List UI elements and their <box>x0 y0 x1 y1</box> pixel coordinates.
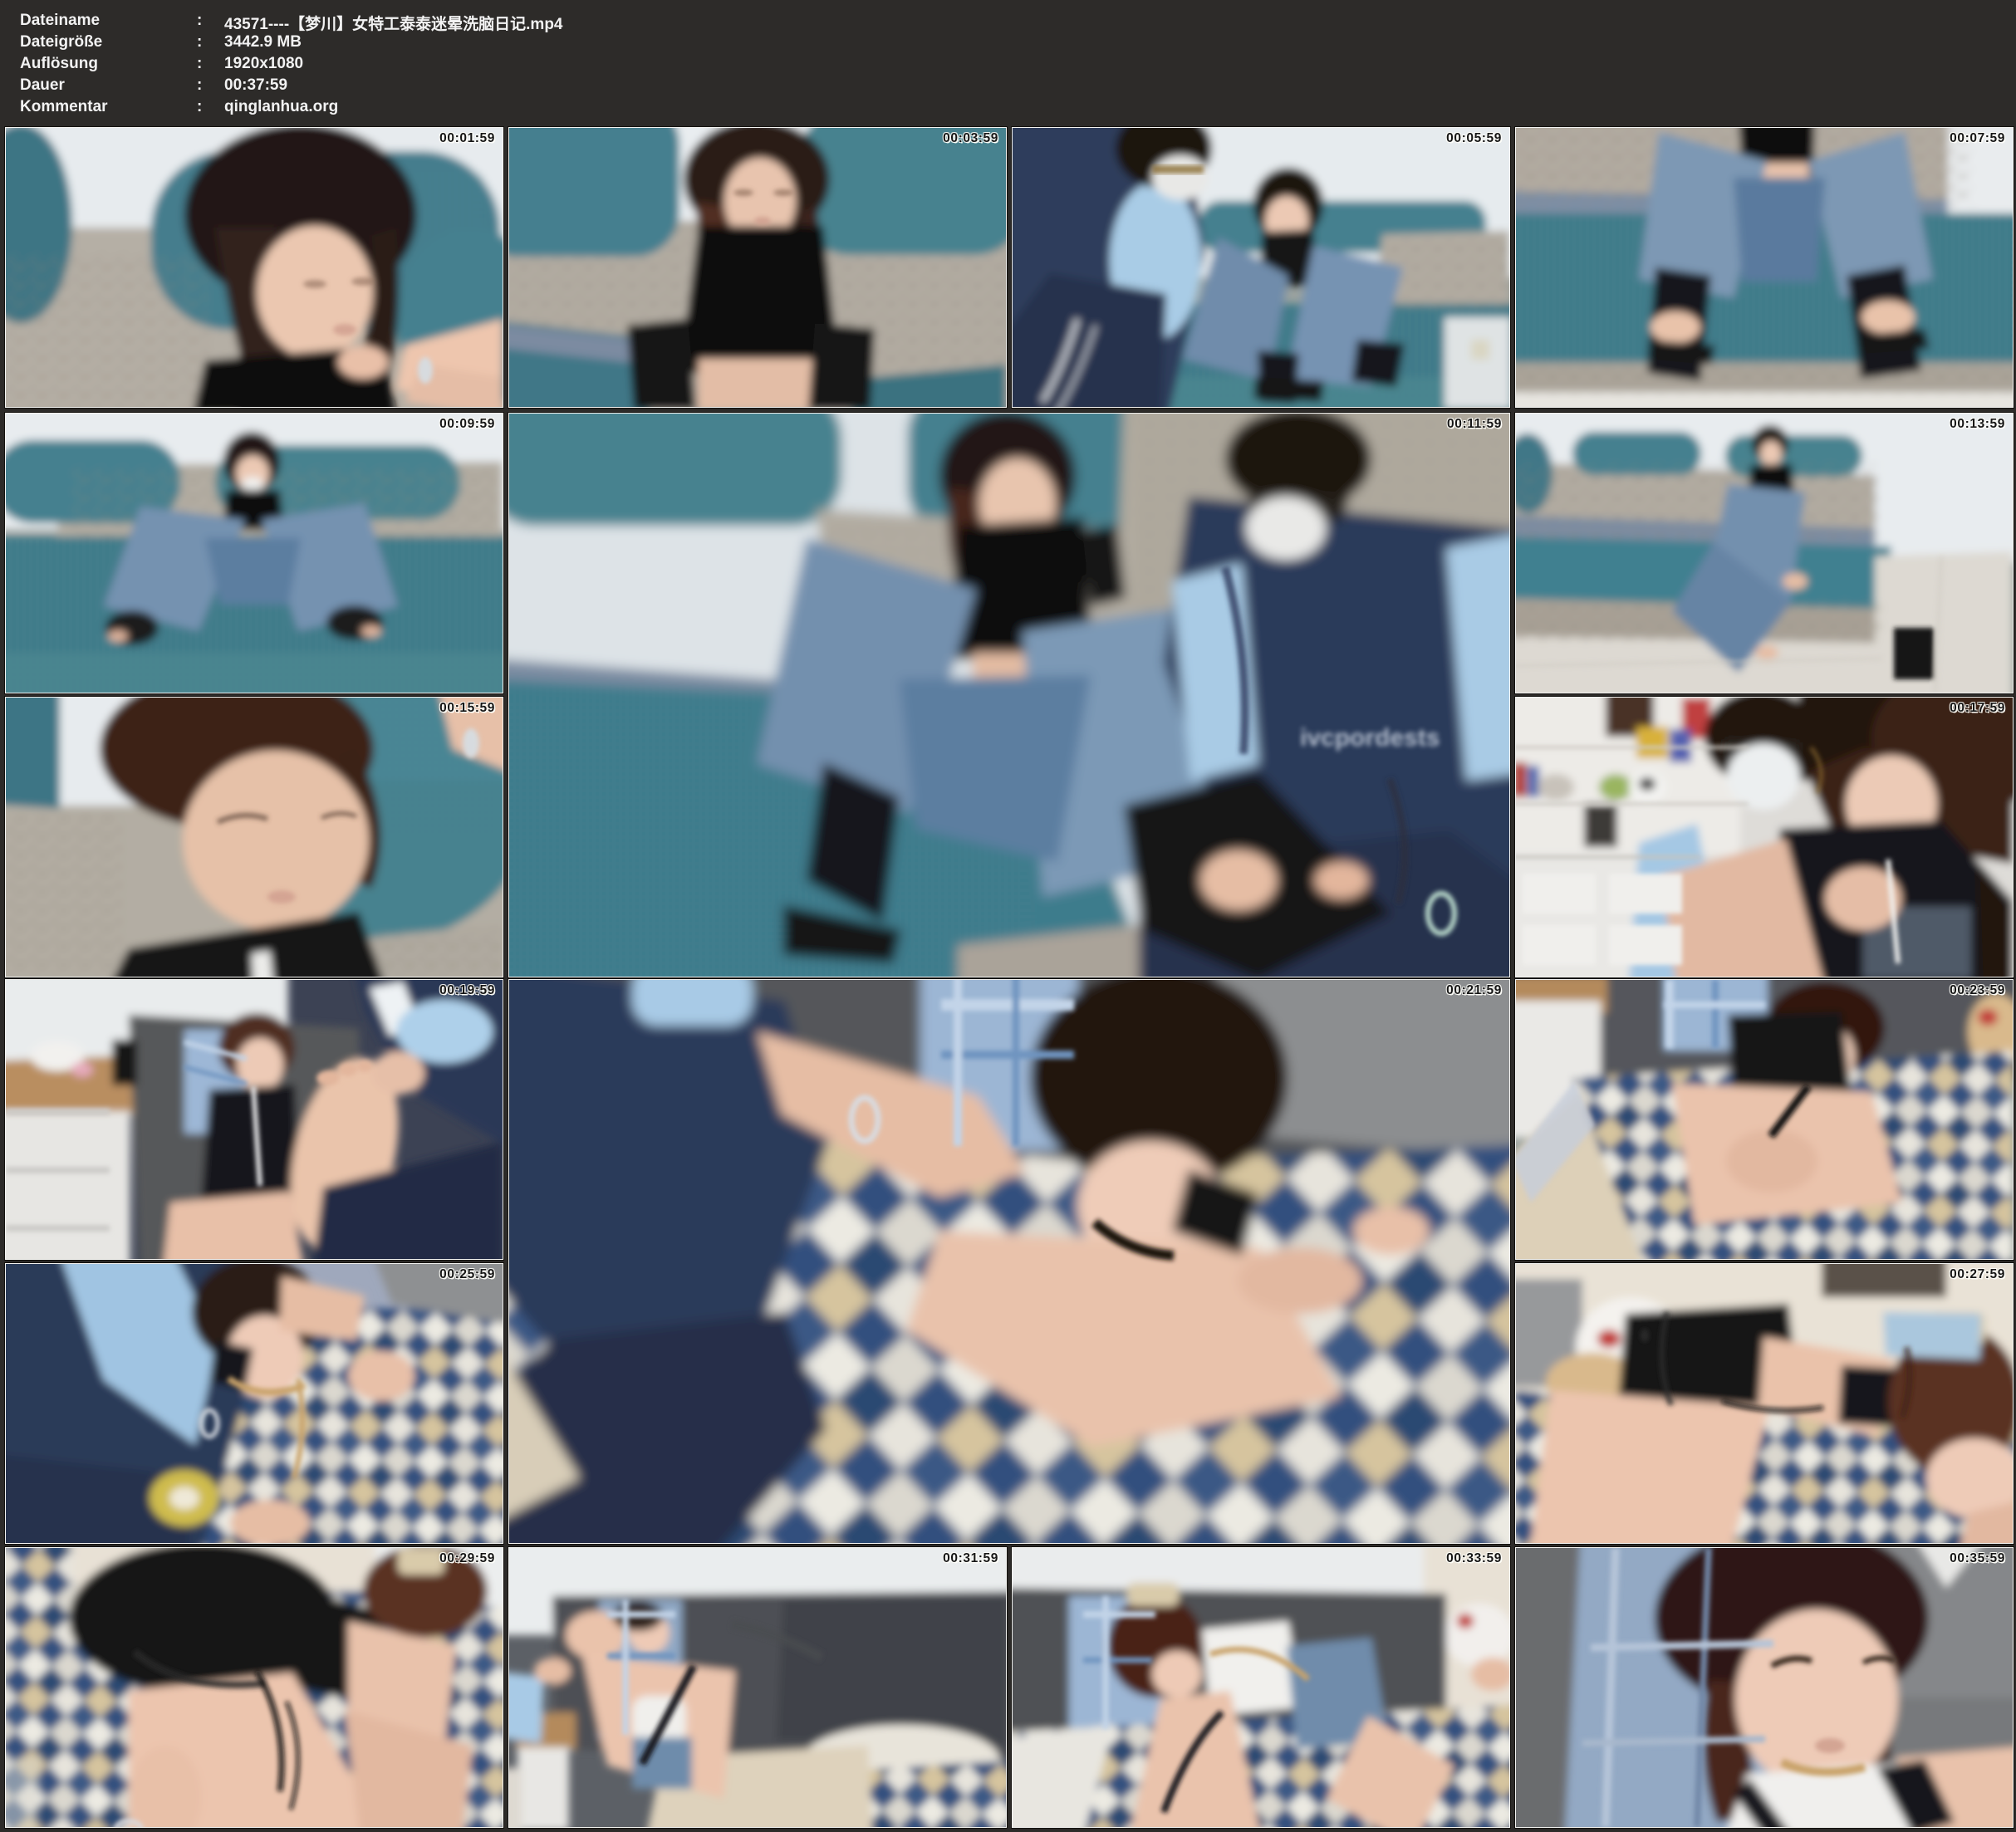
svg-text:ivcpordests: ivcpordests <box>1300 724 1440 752</box>
